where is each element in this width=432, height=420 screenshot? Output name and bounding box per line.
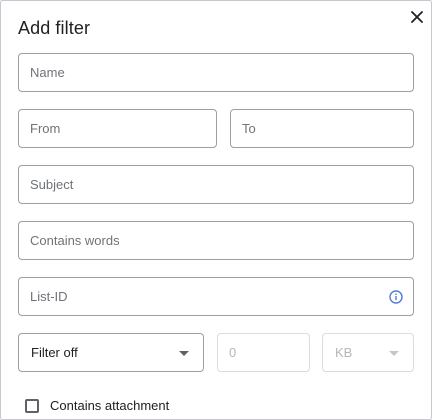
size-value-input[interactable] <box>229 334 309 371</box>
name-field[interactable] <box>18 53 414 92</box>
to-field[interactable] <box>230 109 414 148</box>
list-id-input[interactable] <box>30 278 370 315</box>
dialog-title: Add filter <box>18 18 91 38</box>
size-value-field[interactable] <box>217 333 310 372</box>
size-unit-select[interactable]: KB <box>322 333 414 372</box>
from-input[interactable] <box>30 110 216 147</box>
list-id-field[interactable] <box>18 277 414 316</box>
contains-attachment-option[interactable]: Contains attachment <box>25 398 169 413</box>
chevron-down-icon <box>179 351 189 356</box>
close-icon <box>411 11 423 23</box>
subject-input[interactable] <box>30 166 413 203</box>
close-button[interactable] <box>406 6 428 28</box>
subject-field[interactable] <box>18 165 414 204</box>
to-input[interactable] <box>242 110 413 147</box>
size-operator-value: Filter off <box>31 345 78 360</box>
size-operator-select[interactable]: Filter off <box>18 333 204 372</box>
info-icon[interactable] <box>389 290 403 304</box>
chevron-down-icon <box>389 351 399 356</box>
name-input[interactable] <box>30 54 413 91</box>
size-unit-value: KB <box>335 345 353 360</box>
contains-attachment-checkbox[interactable] <box>25 398 39 413</box>
contains-words-field[interactable] <box>18 221 414 260</box>
contains-attachment-label: Contains attachment <box>50 398 170 413</box>
from-field[interactable] <box>18 109 217 148</box>
contains-words-input[interactable] <box>30 222 413 259</box>
add-filter-dialog: Add filter Filter off KB <box>0 0 432 420</box>
